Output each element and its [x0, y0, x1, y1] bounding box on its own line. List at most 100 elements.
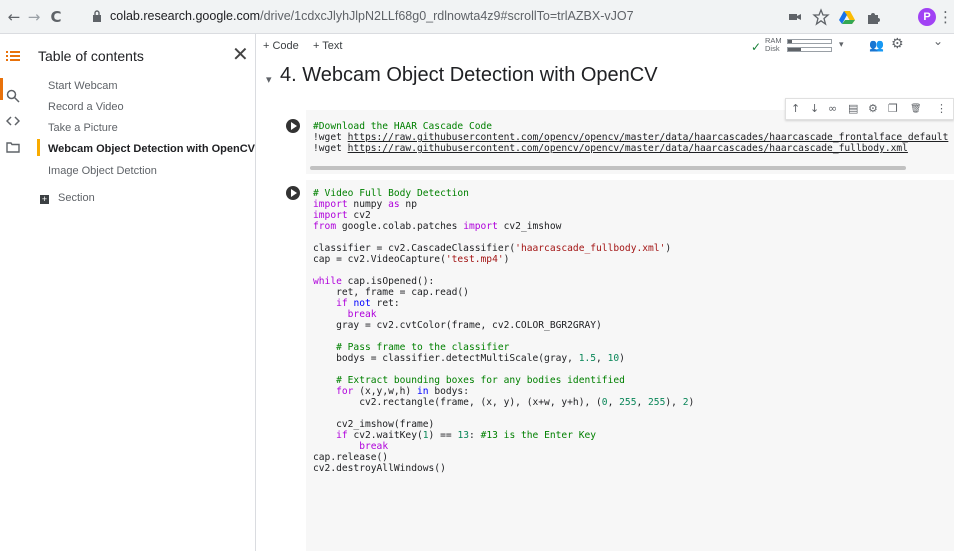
code-line: if not ret: — [313, 298, 694, 309]
code-token: : — [469, 430, 481, 441]
code-snippets-icon[interactable] — [6, 114, 20, 128]
code-line: bodys = classifier.detectMultiScale(gray… — [313, 353, 694, 364]
collapse-header-icon[interactable]: ⌄ — [933, 34, 943, 48]
code-link[interactable]: https://raw.githubusercontent.com/opencv… — [348, 132, 949, 143]
run-cell-button[interactable] — [286, 119, 300, 133]
search-icon[interactable] — [6, 89, 20, 103]
table-of-contents-icon[interactable] — [6, 49, 20, 63]
ram-meter — [787, 39, 832, 44]
code-token: ) == — [428, 430, 458, 441]
code-line: from google.colab.patches import cv2_ims… — [313, 221, 694, 232]
code-token: cv2_imshow(frame) — [313, 419, 435, 430]
code-token: 'haarcascade_fullbody.xml' — [515, 243, 666, 254]
code-token: # Pass frame to the classifier — [336, 342, 510, 353]
back-button[interactable]: ← — [4, 7, 24, 27]
code-token: , — [596, 353, 608, 364]
more-menu-icon[interactable]: ⋮ — [938, 7, 953, 27]
code-token: ) — [619, 353, 625, 364]
code-line: cv2.destroyAllWindows() — [313, 463, 694, 474]
files-icon[interactable] — [6, 140, 20, 154]
drive-icon[interactable] — [838, 8, 856, 26]
toc-title: Table of contents — [38, 48, 144, 64]
code-token: ), — [665, 397, 683, 408]
code-token: cap.isOpened(): — [341, 276, 435, 287]
code-token: cv2.destroyAllWindows() — [313, 463, 446, 474]
add-text-button[interactable]: + Text — [313, 40, 342, 52]
reload-button[interactable]: C — [46, 7, 66, 27]
code-token: cv2 — [347, 210, 371, 221]
toc-item-record-video[interactable]: Record a Video — [48, 101, 124, 113]
code-token: 255 — [648, 397, 666, 408]
cell-code[interactable]: # Video Full Body Detection import numpy … — [313, 188, 694, 474]
code-token: # Video Full Body Detection — [313, 188, 469, 199]
code-comment: #Download the HAAR Cascade Code — [313, 121, 493, 132]
code-line: for (x,y,w,h) in bodys: — [313, 386, 694, 397]
ram-meter-fill — [788, 40, 793, 43]
toc-item-take-picture[interactable]: Take a Picture — [48, 122, 118, 134]
add-code-button[interactable]: + Code — [263, 40, 299, 52]
code-token: in — [416, 386, 429, 397]
add-section-button[interactable]: + Section — [40, 192, 95, 204]
section-heading: 4. Webcam Object Detection with OpenCV — [280, 64, 658, 86]
code-token: 255 — [619, 397, 637, 408]
delete-icon[interactable]: 🗑 — [910, 104, 921, 114]
code-link[interactable]: https://raw.githubusercontent.com/opencv… — [348, 143, 908, 154]
forward-button[interactable]: → — [24, 7, 44, 27]
code-token: bodys = classifier.detectMultiScale(gray… — [313, 353, 579, 364]
code-token: 10 — [607, 353, 620, 364]
camera-icon[interactable] — [786, 8, 804, 26]
comment-icon[interactable]: ▤ — [848, 102, 858, 115]
url-host: colab.research.google.com — [110, 9, 261, 23]
code-token: bodys: — [428, 386, 469, 397]
code-token: for — [336, 386, 354, 397]
link-icon[interactable]: ∞ — [828, 102, 837, 115]
move-down-icon[interactable]: ↓ — [810, 102, 819, 115]
code-line: if cv2.waitKey(1) == 13: #13 is the Ente… — [313, 430, 694, 441]
code-token: if — [336, 430, 348, 441]
code-line: break — [313, 309, 694, 320]
toc-item-webcam-object-detection[interactable]: Webcam Object Detection with OpenCV — [48, 143, 255, 155]
code-token: cv2.rectangle(frame, (x, y), (x+w, y+h),… — [313, 397, 602, 408]
add-section-icon: + — [40, 194, 49, 204]
toc-item-image-object-detection[interactable]: Image Object Detction — [48, 165, 157, 177]
horizontal-scrollbar[interactable] — [310, 166, 906, 170]
mirror-cell-icon[interactable]: ❐ — [888, 102, 898, 115]
toc-item-start-webcam[interactable]: Start Webcam — [48, 80, 118, 92]
run-cell-button[interactable] — [286, 186, 300, 200]
code-line: import cv2 — [313, 210, 694, 221]
code-token: while — [313, 276, 342, 287]
star-icon[interactable] — [812, 8, 830, 26]
section-collapse-caret-icon[interactable]: ▾ — [266, 73, 272, 86]
move-up-icon[interactable]: ↑ — [791, 102, 800, 115]
cell-more-icon[interactable]: ⋮ — [936, 102, 947, 115]
disk-label: Disk — [765, 44, 780, 53]
table-of-contents-panel: Table of contents ✕ Start Webcam Record … — [26, 34, 256, 551]
connected-check-icon: ✓ — [751, 40, 762, 54]
settings-icon[interactable]: ⚙ — [891, 36, 904, 52]
code-line: # Pass frame to the classifier — [313, 342, 694, 353]
url-text[interactable]: colab.research.google.com/drive/1cdxcJly… — [110, 9, 634, 23]
code-token: np — [399, 199, 417, 210]
profile-avatar[interactable]: P — [918, 8, 936, 26]
runtime-dropdown-icon[interactable]: ▾ — [839, 40, 844, 50]
code-token: , — [607, 397, 620, 408]
wget-command: !wget — [313, 132, 348, 143]
code-line: cap.release() — [313, 452, 694, 463]
code-token: , — [636, 397, 649, 408]
close-icon[interactable]: ✕ — [232, 42, 249, 66]
share-people-icon[interactable]: 👥 — [869, 38, 884, 52]
code-line: while cap.isOpened(): — [313, 276, 694, 287]
extensions-icon[interactable] — [864, 8, 882, 26]
resource-meters[interactable] — [787, 39, 832, 55]
cell-code[interactable]: #Download the HAAR Cascade Code !wget ht… — [313, 121, 948, 154]
code-token: ret: — [370, 298, 400, 309]
resource-labels[interactable]: RAM Disk — [765, 37, 782, 53]
cell-settings-icon[interactable]: ⚙ — [868, 102, 878, 115]
